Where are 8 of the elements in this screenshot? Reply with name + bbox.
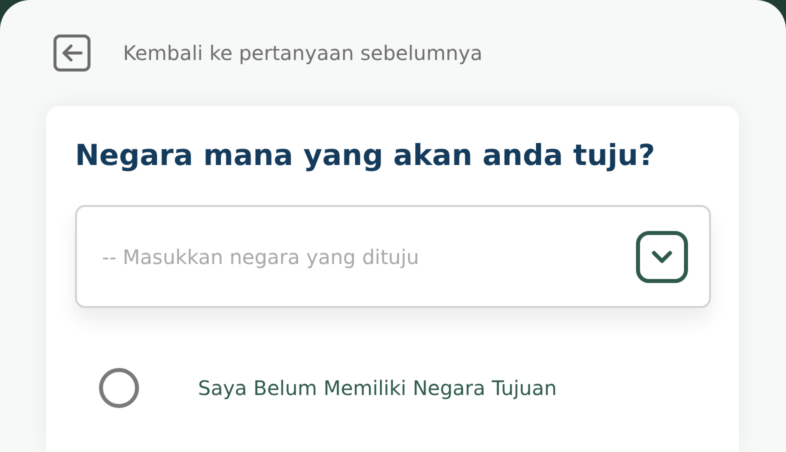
radio-button[interactable] [99,368,139,408]
question-title: Negara mana yang akan anda tuju? [75,137,656,174]
back-button[interactable] [53,34,91,72]
option-label: Saya Belum Memiliki Negara Tujuan [198,375,557,402]
country-input[interactable]: -- Masukkan negara yang dituju [102,242,636,272]
country-select[interactable]: -- Masukkan negara yang dituju [75,205,711,308]
chevron-down-icon[interactable] [636,230,688,282]
back-link[interactable]: Kembali ke pertanyaan sebelumnya [123,38,482,68]
